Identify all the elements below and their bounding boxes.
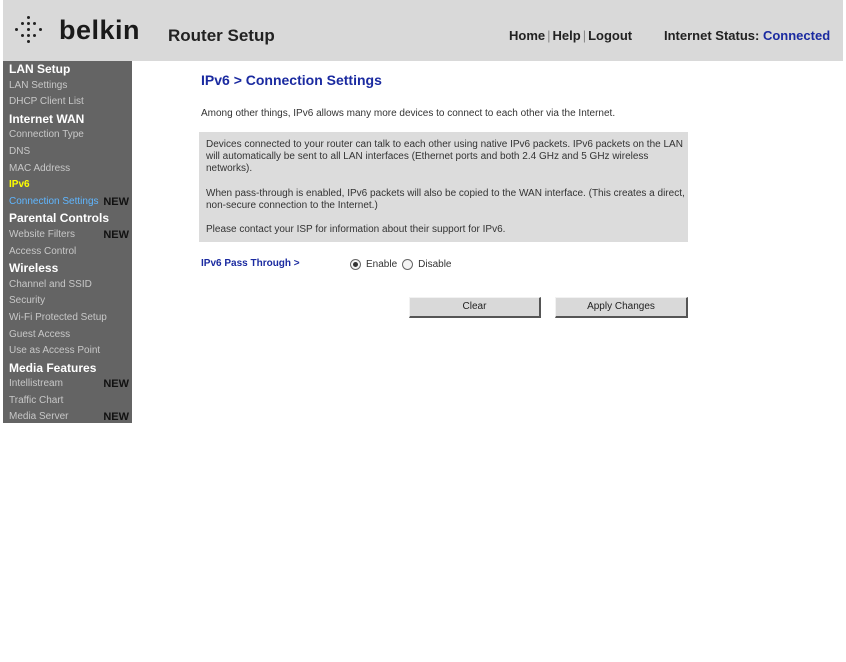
info-paragraph: Devices connected to your router can tal… <box>206 139 683 174</box>
sidebar: LAN Setup LAN Settings DHCP Client List … <box>3 61 132 423</box>
logo-text: belkin <box>59 14 141 45</box>
home-link[interactable]: Home <box>509 28 545 43</box>
internet-status: Internet Status: Connected <box>664 28 830 43</box>
new-badge: NEW <box>103 378 129 391</box>
page-header-title: Router Setup <box>168 26 275 45</box>
belkin-dots-icon <box>13 14 45 46</box>
sidebar-item-dns[interactable]: DNS <box>3 144 132 161</box>
clear-button[interactable]: Clear <box>409 297 541 318</box>
new-badge: NEW <box>103 195 129 208</box>
status-value: Connected <box>762 28 831 43</box>
sidebar-item-traffic-chart[interactable]: Traffic Chart <box>3 393 132 410</box>
disable-label[interactable]: Disable <box>418 259 451 270</box>
info-paragraph: When pass-through is enabled, IPv6 packe… <box>206 188 685 211</box>
intro-text: Among other things, IPv6 allows many mor… <box>201 108 616 119</box>
sidebar-item-lan-settings[interactable]: LAN Settings <box>3 78 132 95</box>
sidebar-item-access-control[interactable]: Access Control <box>3 244 132 261</box>
pass-through-radio-group: Enable Disable <box>350 259 457 270</box>
sidebar-item-dhcp-client-list[interactable]: DHCP Client List <box>3 94 132 111</box>
sidebar-item-channel-and-ssid[interactable]: Channel and SSID <box>3 277 132 294</box>
sidebar-item-access-point[interactable]: Use as Access Point <box>3 343 132 360</box>
disable-radio[interactable] <box>402 259 414 270</box>
status-label: Internet Status: <box>664 28 760 43</box>
apply-changes-button[interactable]: Apply Changes <box>555 297 688 318</box>
logout-link[interactable]: Logout <box>588 28 632 43</box>
nav-separator: | <box>547 28 551 43</box>
header-nav: Home | Help | Logout <box>509 28 632 43</box>
sidebar-item-ipv6[interactable]: IPv6 <box>3 177 132 194</box>
help-link[interactable]: Help <box>553 28 581 43</box>
sidebar-item-intellistream[interactable]: Intellistream NEW <box>3 376 132 393</box>
header-bar: belkin Router Setup Home | Help | Logout Int… <box>3 0 843 61</box>
sidebar-heading-parental-controls[interactable]: Parental Controls <box>3 210 132 227</box>
new-badge: NEW <box>103 411 129 424</box>
sidebar-heading-media-features[interactable]: Media Features <box>3 360 132 377</box>
sidebar-heading-internet-wan[interactable]: Internet WAN <box>3 111 132 128</box>
sidebar-item-guest-access[interactable]: Guest Access <box>3 327 132 344</box>
sidebar-item-security[interactable]: Security <box>3 293 132 310</box>
belkin-logo: belkin <box>13 14 140 46</box>
sidebar-item-mac-address[interactable]: MAC Address <box>3 161 132 178</box>
sidebar-item-wps[interactable]: Wi-Fi Protected Setup <box>3 310 132 327</box>
enable-label[interactable]: Enable <box>366 259 397 270</box>
new-badge: NEW <box>103 228 129 241</box>
sidebar-item-website-filters[interactable]: Website Filters NEW <box>3 227 132 244</box>
sidebar-item-connection-type[interactable]: Connection Type <box>3 127 132 144</box>
sidebar-heading-wireless[interactable]: Wireless <box>3 260 132 277</box>
enable-radio[interactable] <box>350 259 361 270</box>
sidebar-item-connection-settings[interactable]: Connection Settings NEW <box>3 194 132 211</box>
sidebar-heading-lan-setup[interactable]: LAN Setup <box>3 61 132 78</box>
nav-separator: | <box>582 28 587 43</box>
info-paragraph: Please contact your ISP for information … <box>206 224 506 235</box>
pass-through-label: IPv6 Pass Through > <box>201 258 300 269</box>
page-title: IPv6 > Connection Settings <box>201 72 382 88</box>
sidebar-item-media-server[interactable]: Media Server NEW <box>3 409 132 426</box>
info-box: Devices connected to your router can tal… <box>199 132 688 242</box>
